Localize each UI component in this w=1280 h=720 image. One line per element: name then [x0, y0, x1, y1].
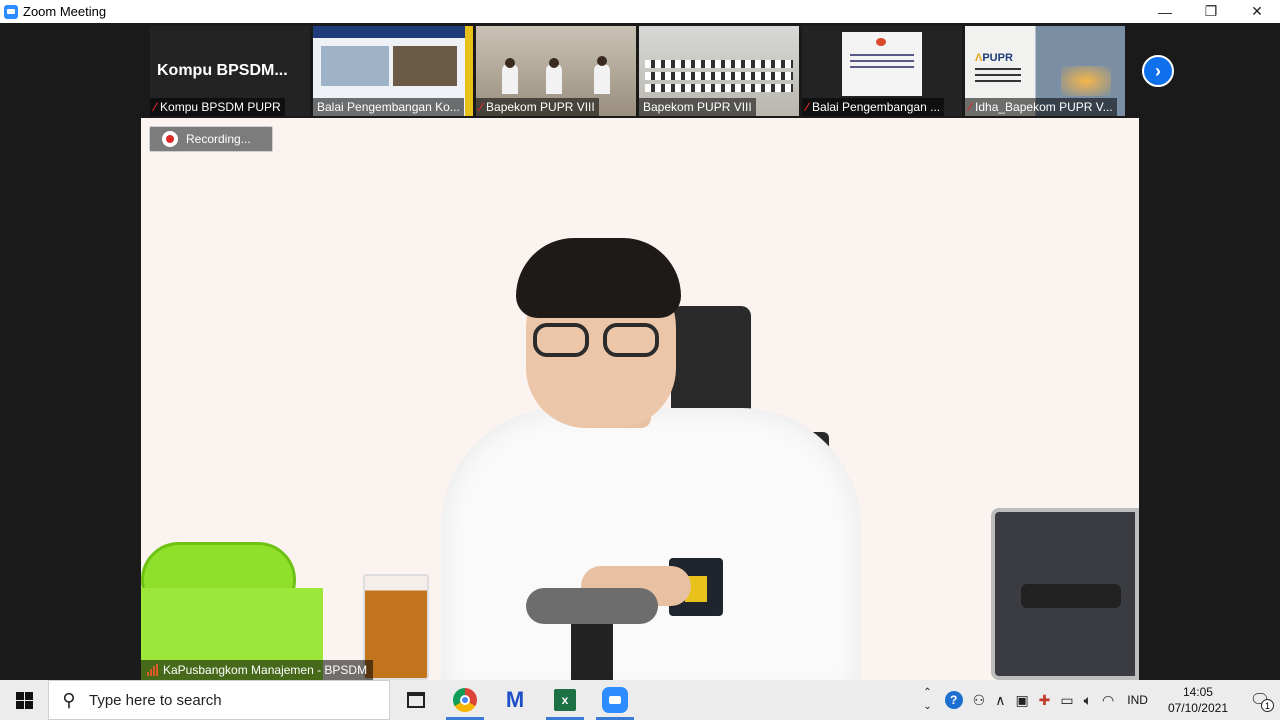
mic-muted-icon: ⁄: [806, 100, 809, 114]
webcam: [526, 588, 658, 624]
active-speaker-name: KaPusbangkom Manajemen - BPSDM: [163, 663, 368, 677]
battery-icon: ▭: [1060, 691, 1074, 708]
chevron-up-icon: ∧: [995, 691, 1006, 708]
help-tray-button[interactable]: ?: [940, 680, 968, 720]
participant-name: Balai Pengembangan ...: [812, 100, 941, 114]
malwarebytes-taskbar-button[interactable]: M: [490, 680, 540, 720]
search-icon: ⚲: [62, 689, 76, 710]
window-controls: — ❐ ✕: [1142, 0, 1280, 23]
close-button[interactable]: ✕: [1234, 0, 1280, 23]
input-language[interactable]: IND: [1119, 693, 1156, 707]
speaker-icon: 🔈︎: [1083, 691, 1093, 708]
minimize-button[interactable]: —: [1142, 0, 1188, 23]
notification-count: 1: [1261, 699, 1274, 712]
participant-name: Balai Pengembangan Ko...: [317, 100, 460, 114]
help-icon: ?: [944, 691, 963, 709]
zoom-icon: [602, 687, 628, 713]
participant-name: Bapekom PUPR VIII: [643, 100, 752, 114]
zoom-taskbar-button[interactable]: [590, 680, 640, 720]
participant-label: ⁄ Balai Pengembangan ...: [802, 98, 945, 116]
windows-start-button[interactable]: [0, 680, 48, 720]
clock-date: 07/10/2021: [1167, 701, 1228, 715]
signal-strength-icon: [147, 664, 158, 676]
maximize-button[interactable]: ❐: [1188, 0, 1234, 23]
system-tray: ⌃ ⌄ ? ⚇ ∧ ▣ ✚ ▭ 🔈︎ ◠ IND 14:05 07/10/2021…: [915, 680, 1280, 720]
participant-label: Balai Pengembangan Ko...: [313, 98, 464, 116]
task-view-icon: [407, 692, 425, 708]
chevron-up-icon: ⌃: [923, 687, 932, 698]
tray-scroll[interactable]: ⌃ ⌄: [915, 680, 939, 720]
participant-thumbnail[interactable]: Balai Pengembangan Ko...: [313, 26, 473, 116]
windows-logo-icon: [15, 691, 33, 709]
windows-taskbar: ⚲ Type here to search M x ⌃ ⌄ ? ⚇ ∧ ▣ ✚ ▭…: [0, 680, 1280, 720]
participant-thumbnail[interactable]: Kompu BPSDM... ⁄ Kompu BPSDM PUPR: [150, 26, 310, 116]
clock-time: 14:05: [1182, 685, 1213, 699]
chrome-icon: [453, 688, 477, 712]
participant-label: ⁄ Idha_Bapekom PUPR V...: [965, 98, 1117, 116]
notification-center-button[interactable]: 🗨︎ 1: [1240, 680, 1280, 720]
title-bar: Zoom Meeting — ❐ ✕: [0, 0, 1280, 23]
chrome-taskbar-button[interactable]: [440, 680, 490, 720]
active-speaker-video: Recording... KaPusbangkom Manajemen - BP…: [141, 118, 1139, 680]
participant-thumbnail[interactable]: Bapekom PUPR VIII: [639, 26, 799, 116]
window-title: Zoom Meeting: [23, 4, 107, 19]
pupr-logo: ɅPUPR: [975, 52, 1013, 64]
speaker-shirt: [441, 408, 861, 680]
battery-button[interactable]: ▭: [1055, 680, 1078, 720]
participant-name: Bapekom PUPR VIII: [486, 100, 595, 114]
search-placeholder: Type here to search: [89, 691, 222, 709]
taskbar-search-box[interactable]: ⚲ Type here to search: [48, 680, 390, 720]
volume-button[interactable]: 🔈︎: [1079, 680, 1097, 720]
mic-muted-icon: ⁄: [480, 100, 483, 114]
people-icon: ⚇: [972, 691, 986, 708]
participant-strip: Kompu BPSDM... ⁄ Kompu BPSDM PUPR Balai …: [150, 26, 1125, 116]
network-button[interactable]: ◠: [1097, 680, 1119, 720]
meet-now-button[interactable]: ▣: [1010, 680, 1033, 720]
glasses: [533, 323, 663, 359]
excel-taskbar-button[interactable]: x: [540, 680, 590, 720]
participant-avatar-name: Kompu BPSDM...: [157, 62, 288, 79]
show-hidden-icons-button[interactable]: ∧: [990, 680, 1010, 720]
participant-thumbnail[interactable]: ⁄ Bapekom PUPR VIII: [476, 26, 636, 116]
next-page-button[interactable]: ›: [1142, 55, 1174, 87]
wifi-icon: ◠: [1102, 691, 1115, 708]
participant-name: Kompu BPSDM PUPR: [160, 100, 281, 114]
dropbox-tray-button[interactable]: ✚: [1034, 680, 1056, 720]
zoom-app-icon: [4, 4, 18, 19]
recording-label: Recording...: [186, 132, 251, 146]
participant-thumbnail[interactable]: ɅPUPR ⁄ Idha_Bapekom PUPR V...: [965, 26, 1125, 116]
meeting-area: Kompu BPSDM... ⁄ Kompu BPSDM PUPR Balai …: [0, 23, 1280, 680]
mic-muted-icon: ⁄: [154, 100, 157, 114]
excel-icon: x: [554, 689, 576, 711]
gift-icon: ✚: [1038, 691, 1051, 708]
active-speaker-label: KaPusbangkom Manajemen - BPSDM: [141, 660, 374, 680]
clock[interactable]: 14:05 07/10/2021: [1156, 684, 1240, 716]
participant-name: Idha_Bapekom PUPR V...: [975, 100, 1113, 114]
recording-indicator[interactable]: Recording...: [149, 126, 273, 152]
task-view-button[interactable]: [392, 680, 440, 720]
record-icon: [162, 131, 178, 147]
participant-label: Bapekom PUPR VIII: [639, 98, 756, 116]
participant-label: ⁄ Kompu BPSDM PUPR: [150, 98, 285, 116]
participant-label: ⁄ Bapekom PUPR VIII: [476, 98, 599, 116]
people-tray-button[interactable]: ⚇: [968, 680, 991, 720]
malwarebytes-icon: M: [505, 687, 525, 712]
participant-thumbnail[interactable]: ⁄ Balai Pengembangan ...: [802, 26, 962, 116]
chevron-down-icon: ⌄: [923, 701, 932, 712]
mic-muted-icon: ⁄: [969, 100, 972, 114]
camera-icon: ▣: [1015, 691, 1029, 708]
